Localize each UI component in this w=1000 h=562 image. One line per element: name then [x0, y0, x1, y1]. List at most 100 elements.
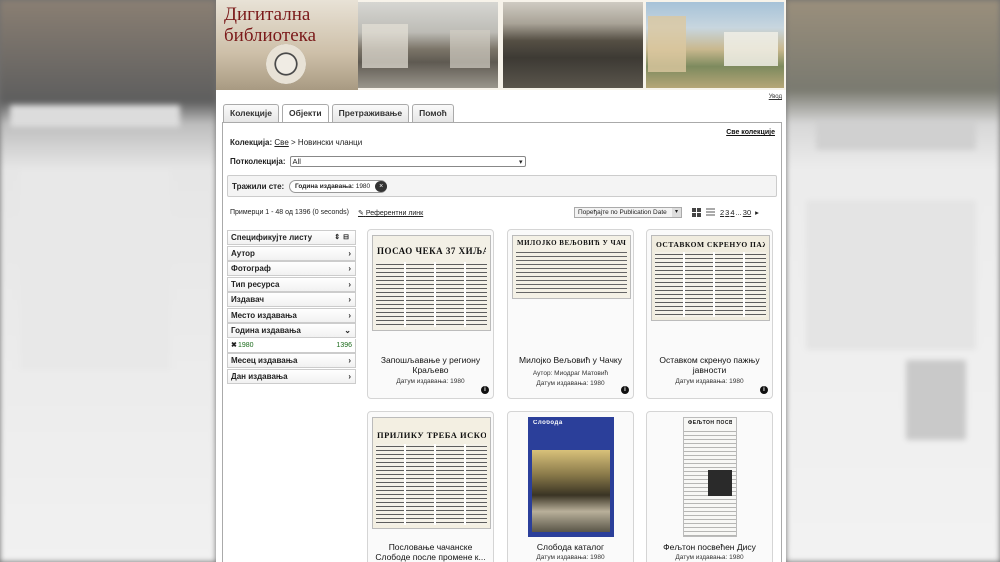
collection-all-link[interactable]: Све — [274, 138, 288, 147]
main-tabs: Колекције Објекти Претраживање Помоћ — [223, 104, 454, 123]
results-toolbar: Примерци 1 - 48 од 1396 (0 seconds) ✎ Ре… — [230, 207, 778, 219]
facet-label: Аутор — [231, 248, 255, 258]
facet-label: Дан издавања — [231, 371, 288, 381]
thumbnail[interactable]: ОСТАВКОМ СКРЕНУО ПАЖЊУ ЈАВНОСТИ — [651, 235, 770, 321]
remove-filter-icon[interactable]: × — [375, 181, 388, 192]
info-icon[interactable]: i — [481, 386, 489, 394]
card-date: Датум издавања: 1980 — [396, 378, 465, 385]
collection-path: > Новински чланци — [288, 138, 363, 147]
facet-label: Место издавања — [231, 310, 297, 320]
results-count: Примерци 1 - 48 од 1396 (0 seconds) — [230, 209, 349, 216]
card-date: Датум издавања: 1980 — [536, 380, 605, 387]
subcollection-row: Потколекција: All ▾ — [230, 156, 526, 167]
result-card[interactable]: ПРИЛИКУ ТРЕБА ИСКОРИСТИТИ Пословање чача… — [367, 411, 494, 562]
chip-value: 1980 — [355, 183, 371, 190]
page-link[interactable]: 2 — [720, 208, 724, 217]
chevron-right-icon: › — [348, 279, 351, 289]
facet-count: 1396 — [336, 341, 352, 349]
grid-view-icon[interactable] — [692, 208, 701, 217]
content-panel: Све колекције Колекција: Све > Новински … — [222, 122, 782, 562]
result-card[interactable]: МИЛОЈКО ВЕЉОВИЋ У ЧАЧКУ Милојко Вељовић … — [507, 229, 634, 399]
header-banner: Дигитална библиотека — [216, 0, 786, 90]
facet-resource-type[interactable]: Тип ресурса › — [227, 276, 356, 292]
pagination: 234...30 ▸ — [720, 208, 760, 217]
card-title[interactable]: Милојко Вељовић у Чачку — [511, 355, 630, 365]
card-title[interactable]: Пословање чачанске Слободе после промене… — [371, 542, 490, 562]
page-link[interactable]: 3 — [725, 208, 729, 217]
subcollection-value: All — [292, 157, 301, 166]
info-icon[interactable]: i — [760, 386, 768, 394]
chevron-right-icon: › — [348, 295, 351, 304]
card-author: Аутор: Миодраг Матовић — [532, 370, 609, 377]
remove-icon[interactable]: ✖ — [231, 339, 237, 352]
thumbnail[interactable]: ФЕЉТОН ПОСВЕЋЕН ДИСУ — [683, 417, 737, 537]
facet-photographer[interactable]: Фотограф › — [227, 261, 356, 276]
expand-collapse-icon[interactable]: ⇕⊟ — [334, 231, 352, 245]
chevron-down-icon: ▾ — [672, 208, 681, 217]
result-card[interactable]: ПОСАО ЧЕКА 37 ХИЉАДА ЉУДИ Запошљавање у … — [367, 229, 494, 399]
page-link-last[interactable]: 30 — [743, 208, 751, 217]
tab-collections[interactable]: Колекције — [223, 104, 279, 122]
search-filter-chip: Година издавања: 1980 × — [289, 180, 388, 193]
result-card[interactable]: Слобода Слобода каталог Датум издавања: … — [507, 411, 634, 562]
facet-author[interactable]: Аутор › — [227, 245, 356, 261]
facet-sidebar: Спецификујте листу ⇕⊟ Аутор › Фотограф › Т… — [227, 230, 356, 384]
chevron-right-icon: › — [348, 264, 351, 273]
facet-month[interactable]: Месец издавања › — [227, 353, 356, 368]
facet-day[interactable]: Дан издавања › — [227, 368, 356, 384]
sort-select[interactable]: Поређајте по Publication Date ▾ — [574, 207, 682, 218]
logo[interactable]: Дигитална библиотека — [216, 0, 358, 90]
all-collections-link[interactable]: Све колекције — [726, 129, 775, 136]
card-title[interactable]: Слобода каталог — [511, 542, 630, 552]
logo-title-line2: библиотека — [224, 25, 317, 46]
result-card[interactable]: ОСТАВКОМ СКРЕНУО ПАЖЊУ ЈАВНОСТИ Оставком… — [646, 229, 773, 399]
tab-search[interactable]: Претраживање — [331, 104, 410, 122]
card-date: Датум издавања: 1980 — [536, 554, 605, 561]
info-icon[interactable]: i — [621, 386, 629, 394]
next-page-icon[interactable]: ▸ — [755, 208, 759, 217]
card-title[interactable]: Запошљавање у региону Краљево — [371, 355, 490, 375]
subcollection-select[interactable]: All ▾ — [289, 156, 526, 167]
facet-place[interactable]: Место издавања › — [227, 307, 356, 323]
logo-title-line1: Дигитална — [224, 4, 311, 25]
list-view-icon[interactable] — [706, 208, 715, 217]
thumbnail-headline: ФЕЉТОН ПОСВЕЋЕН ДИСУ — [688, 420, 732, 426]
result-card[interactable]: ФЕЉТОН ПОСВЕЋЕН ДИСУ Фељтон посвећен Дис… — [646, 411, 773, 562]
thumbnail[interactable]: ПРИЛИКУ ТРЕБА ИСКОРИСТИТИ — [372, 417, 491, 529]
card-title[interactable]: Фељтон посвећен Дису — [650, 542, 769, 552]
tab-objects[interactable]: Објекти — [281, 104, 329, 123]
tab-help[interactable]: Помоћ — [412, 104, 454, 122]
login-link[interactable]: Увод — [769, 94, 782, 100]
facet-year[interactable]: Година издавања ⌄ — [227, 323, 356, 338]
thumbnail[interactable]: ПОСАО ЧЕКА 37 ХИЉАДА ЉУДИ — [372, 235, 491, 331]
background-blur-right — [786, 0, 1000, 562]
reference-link-label: Референтни линк — [365, 210, 424, 217]
thumbnail[interactable]: Слобода — [528, 417, 614, 537]
chevron-down-icon: ▾ — [519, 159, 523, 166]
facet-header-label: Спецификујте листу — [231, 233, 313, 242]
page-ellipsis: ... — [735, 208, 742, 217]
reference-link[interactable]: ✎ Референтни линк — [358, 209, 423, 217]
library-page: Дигитална библиотека Увод Колекције Обје… — [216, 0, 786, 562]
card-date: Датум издавања: 1980 — [675, 554, 744, 561]
pencil-icon: ✎ — [358, 210, 364, 217]
thumbnail-headline: МИЛОЈКО ВЕЉОВИЋ У ЧАЧКУ — [517, 239, 626, 247]
subcollection-label: Потколекција: — [230, 157, 286, 166]
thumbnail-headline: ПРИЛИКУ ТРЕБА ИСКОРИСТИТИ — [377, 430, 486, 440]
logo-title: Дигитална библиотека — [224, 4, 316, 46]
card-title[interactable]: Оставком скренуо пажњу јавности — [650, 355, 769, 375]
thumbnail[interactable]: МИЛОЈКО ВЕЉОВИЋ У ЧАЧКУ — [512, 235, 631, 299]
chip-field: Година издавања: — [295, 183, 354, 190]
facet-year-selected[interactable]: ✖ 1980 1396 — [227, 338, 356, 353]
background-blur-left — [0, 0, 216, 562]
chevron-right-icon: › — [348, 371, 351, 381]
search-summary-bar: Тражили сте: Година издавања: 1980 × — [227, 175, 777, 197]
chevron-right-icon: › — [348, 356, 351, 365]
facet-label: Месец издавања — [231, 356, 298, 365]
thumbnail-headline: ПОСАО ЧЕКА 37 ХИЉАДА ЉУДИ — [377, 246, 486, 256]
facet-label: Издавач — [231, 295, 264, 304]
facet-label: Фотограф — [231, 264, 271, 273]
facet-publisher[interactable]: Издавач › — [227, 292, 356, 307]
chevron-down-icon: ⌄ — [344, 326, 351, 335]
page-link[interactable]: 4 — [730, 208, 734, 217]
